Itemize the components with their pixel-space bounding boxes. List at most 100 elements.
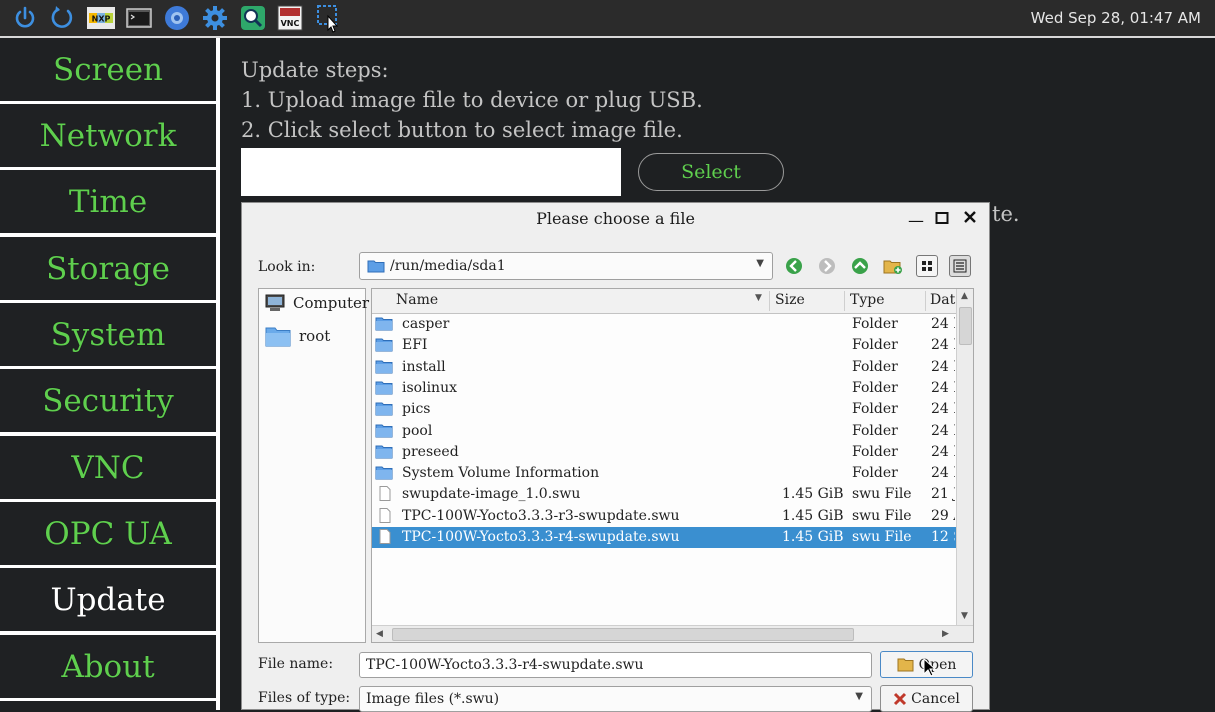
back-arrow-icon[interactable] bbox=[783, 255, 805, 277]
file-row[interactable]: TPC-100W-Yocto3.3.3-r3-swupdate.swu 1.45 … bbox=[372, 506, 957, 527]
column-header-type[interactable]: Type bbox=[850, 292, 885, 308]
icon-view-icon[interactable] bbox=[916, 255, 938, 277]
nav-item-storage[interactable]: Storage bbox=[0, 237, 217, 300]
file-type-cell: Folder bbox=[852, 422, 898, 439]
nav-item-label: Time bbox=[68, 183, 148, 220]
select-button[interactable]: Select bbox=[638, 153, 784, 191]
nav-item-label: Screen bbox=[52, 51, 164, 88]
taskbar: NXP VNC Wed Sep 28, 01:47 AM bbox=[0, 0, 1215, 38]
file-name-input[interactable] bbox=[359, 652, 872, 678]
new-folder-icon[interactable] bbox=[882, 255, 904, 277]
nav-item-screen[interactable]: Screen bbox=[0, 38, 217, 101]
update-step-2: 2. Click select button to select image f… bbox=[241, 118, 683, 142]
nav-item-label: Update bbox=[50, 581, 166, 618]
image-path-field[interactable] bbox=[241, 148, 621, 196]
file-type-cell: swu File bbox=[852, 486, 912, 503]
parent-directory-icon[interactable] bbox=[849, 255, 871, 277]
nxp-logo-text: NXP bbox=[92, 15, 111, 24]
nav-item-time[interactable]: Time bbox=[0, 170, 217, 233]
nav-item-about[interactable]: About bbox=[0, 635, 217, 698]
file-row[interactable]: pics Folder 24 I bbox=[372, 399, 957, 420]
scroll-right-icon[interactable]: ▶ bbox=[942, 629, 949, 639]
file-name-cell: pool bbox=[402, 422, 433, 439]
scroll-left-icon[interactable]: ◀ bbox=[376, 629, 383, 639]
file-row[interactable]: EFI Folder 24 I bbox=[372, 335, 957, 356]
detail-view-icon[interactable] bbox=[949, 255, 971, 277]
forward-arrow-icon[interactable] bbox=[816, 255, 838, 277]
look-in-path: /run/media/sda1 bbox=[390, 258, 506, 274]
update-step-1: 1. Upload image file to device or plug U… bbox=[241, 88, 703, 112]
file-icon bbox=[375, 507, 393, 527]
terminal-icon[interactable] bbox=[126, 5, 152, 31]
nav-item-label: System bbox=[50, 316, 166, 353]
place-computer[interactable]: Computer bbox=[265, 294, 369, 312]
nav-item-update[interactable]: Update bbox=[0, 568, 217, 631]
nav-item-label: OPC UA bbox=[44, 515, 172, 552]
tightvnc-icon[interactable]: VNC bbox=[277, 5, 303, 31]
refresh-icon[interactable] bbox=[49, 5, 75, 31]
column-divider bbox=[925, 291, 926, 311]
folder-icon bbox=[375, 465, 393, 484]
nav-item-label: VNC bbox=[71, 449, 145, 486]
file-row[interactable]: isolinux Folder 24 I bbox=[372, 378, 957, 399]
file-date-cell: 29 A bbox=[931, 507, 955, 524]
nav-item-label: Security bbox=[42, 382, 174, 419]
file-name-cell: EFI bbox=[402, 337, 428, 354]
settings-gear-icon[interactable] bbox=[202, 5, 228, 31]
look-in-dropdown[interactable]: /run/media/sda1 ▼ bbox=[359, 252, 773, 280]
nav-item-label: Network bbox=[39, 117, 177, 154]
browser-icon[interactable] bbox=[164, 5, 190, 31]
mouse-cursor-icon bbox=[923, 658, 937, 677]
column-header-date[interactable]: Dat bbox=[930, 292, 955, 308]
file-icon bbox=[375, 486, 393, 505]
folder-icon bbox=[375, 401, 393, 420]
nxp-logo-icon[interactable]: NXP bbox=[87, 5, 115, 31]
screenshot-select-icon[interactable] bbox=[316, 5, 342, 33]
scrollbar-thumb[interactable] bbox=[392, 628, 854, 641]
file-row[interactable]: casper Folder 24 I bbox=[372, 314, 957, 335]
look-in-label: Look in: bbox=[258, 259, 316, 275]
column-header-name[interactable]: Name bbox=[396, 292, 438, 308]
file-type-dropdown[interactable]: Image files (*.swu) ▼ bbox=[359, 686, 872, 712]
file-row[interactable]: System Volume Information Folder 24 I bbox=[372, 463, 957, 484]
file-type-cell: Folder bbox=[852, 465, 898, 482]
file-date-cell: 24 I bbox=[931, 379, 955, 396]
file-type-cell: swu File bbox=[852, 507, 912, 524]
file-row[interactable]: TPC-100W-Yocto3.3.3-r4-swupdate.swu 1.45 … bbox=[372, 527, 957, 548]
places-panel: Computer root bbox=[258, 288, 369, 643]
cancel-button[interactable]: Cancel bbox=[880, 685, 973, 712]
maximize-icon[interactable] bbox=[935, 210, 949, 229]
close-icon[interactable] bbox=[962, 209, 978, 229]
scrollbar-thumb[interactable] bbox=[959, 307, 972, 345]
place-root[interactable]: root bbox=[265, 325, 330, 347]
file-row[interactable]: install Folder 24 I bbox=[372, 357, 957, 378]
file-size-cell: 1.45 GiB bbox=[782, 486, 844, 503]
file-row[interactable]: pool Folder 24 I bbox=[372, 421, 957, 442]
scroll-up-icon[interactable]: ▲ bbox=[961, 291, 968, 301]
column-divider bbox=[769, 291, 770, 311]
file-name-cell: install bbox=[402, 358, 446, 375]
search-icon[interactable] bbox=[240, 5, 266, 31]
nav-item-network[interactable]: Network bbox=[0, 104, 217, 167]
file-name-cell: casper bbox=[402, 316, 450, 332]
file-date-cell: 12 S bbox=[931, 529, 955, 545]
nav-item-security[interactable]: Security bbox=[0, 369, 217, 432]
scroll-down-icon[interactable]: ▼ bbox=[961, 611, 968, 621]
file-row[interactable]: swupdate-image_1.0.swu 1.45 GiB swu File 21… bbox=[372, 484, 957, 505]
minimize-icon[interactable]: — bbox=[908, 211, 924, 230]
power-icon[interactable] bbox=[12, 5, 38, 31]
dialog-title: Please choose a file bbox=[536, 209, 695, 228]
clock: Wed Sep 28, 01:47 AM bbox=[1030, 9, 1201, 27]
file-size-cell: 1.45 GiB bbox=[782, 529, 844, 545]
nav-item-opc-ua[interactable]: OPC UA bbox=[0, 502, 217, 565]
horizontal-scrollbar[interactable]: ◀ ▶ bbox=[372, 625, 973, 642]
folder-icon bbox=[375, 316, 393, 335]
file-row[interactable]: preseed Folder 24 I bbox=[372, 442, 957, 463]
nav-item-vnc[interactable]: VNC bbox=[0, 436, 217, 499]
file-type-cell: Folder bbox=[852, 337, 898, 354]
file-chooser-dialog: Please choose a file — Look in: /run/med… bbox=[241, 202, 990, 712]
column-header-size[interactable]: Size bbox=[775, 292, 805, 308]
nav-item-label: About bbox=[61, 648, 155, 685]
nav-item-system[interactable]: System bbox=[0, 303, 217, 366]
vertical-scrollbar[interactable]: ▲ ▼ bbox=[956, 289, 973, 625]
